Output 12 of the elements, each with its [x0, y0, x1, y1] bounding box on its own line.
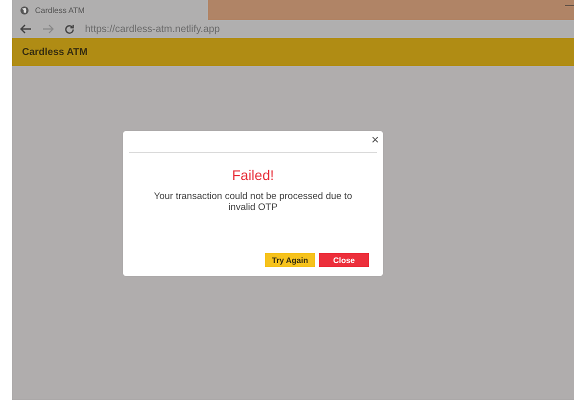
reload-icon[interactable] [64, 24, 75, 34]
back-icon[interactable] [20, 24, 32, 34]
close-button[interactable]: Close [319, 253, 369, 267]
app-title: Cardless ATM [22, 46, 88, 58]
globe-icon [20, 6, 29, 14]
browser-tab[interactable]: Cardless ATM [12, 0, 208, 20]
try-again-button[interactable]: Try Again [265, 253, 315, 267]
tab-title: Cardless ATM [35, 6, 85, 14]
address-bar[interactable]: https://cardless-atm.netlify.app [85, 24, 220, 34]
minimize-button[interactable]: — [565, 0, 574, 10]
dialog-message: Your transaction could not be processed due to invalid OTP [153, 191, 353, 213]
dialog-title: Failed! [232, 167, 274, 183]
